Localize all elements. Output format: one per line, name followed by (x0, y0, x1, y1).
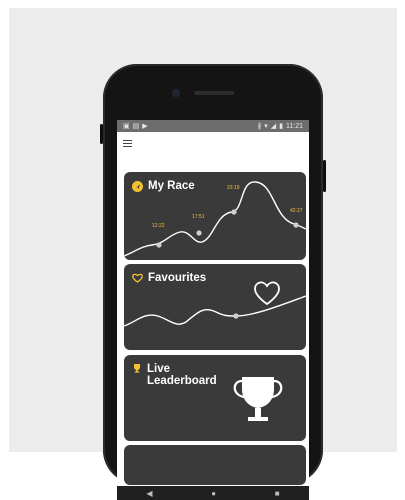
heart-icon (132, 273, 143, 283)
race-time-label: 23:19 (227, 185, 240, 191)
trophy-icon (134, 364, 140, 373)
front-camera (173, 90, 179, 96)
race-point (196, 230, 202, 236)
favourites-card[interactable]: Favourites (124, 264, 306, 350)
volume-button (100, 124, 103, 144)
leaderboard-title: Live Leaderboard (132, 363, 217, 387)
favourites-label: Favourites (148, 272, 207, 284)
race-point (231, 209, 237, 215)
heart-outline-icon (254, 281, 280, 306)
phone-frame: ▣ ▤ ▶ ∦ ▾ ◢ ▮ 11:21 12:22 17:51 23:19 42… (100, 64, 326, 500)
my-race-title: My Race (132, 180, 195, 192)
race-time-label: 42:27 (290, 208, 303, 214)
app-bar (117, 132, 309, 152)
status-bar: ▣ ▤ ▶ ∦ ▾ ◢ ▮ 11:21 (117, 120, 309, 132)
menu-icon[interactable] (123, 140, 132, 148)
leaderboard-card[interactable]: Live Leaderboard (124, 355, 306, 441)
clipboard-icon: ▤ (132, 122, 140, 130)
play-store-icon: ▶ (142, 122, 148, 130)
battery-icon: ▮ (279, 122, 283, 130)
power-button (323, 160, 326, 192)
my-race-label: My Race (148, 180, 195, 192)
favourites-point (233, 313, 239, 319)
signal-icon: ◢ (270, 122, 277, 130)
back-icon[interactable]: ◀ (146, 489, 152, 498)
race-time-label: 17:51 (192, 214, 205, 220)
status-time: 11:21 (286, 122, 303, 130)
leaderboard-label-line2: Leaderboard (147, 375, 217, 387)
image-icon: ▣ (123, 122, 130, 130)
wifi-icon: ▾ (264, 122, 268, 130)
race-time-label: 12:22 (152, 223, 165, 229)
home-icon[interactable]: ● (211, 489, 216, 498)
navigation-icon (132, 180, 143, 192)
earpiece (194, 91, 234, 95)
race-point (293, 222, 299, 228)
android-nav-bar: ◀ ● ■ (117, 486, 309, 500)
race-point (156, 242, 162, 248)
my-race-card[interactable]: 12:22 17:51 23:19 42:27 My Race (124, 172, 306, 260)
leaderboard-label-line1: Live (147, 363, 171, 375)
screen: ▣ ▤ ▶ ∦ ▾ ◢ ▮ 11:21 12:22 17:51 23:19 42… (117, 120, 309, 500)
next-card-peek[interactable] (124, 445, 306, 485)
recents-icon[interactable]: ■ (275, 489, 280, 498)
bluetooth-icon: ∦ (257, 122, 262, 130)
favourites-title: Favourites (132, 272, 206, 284)
